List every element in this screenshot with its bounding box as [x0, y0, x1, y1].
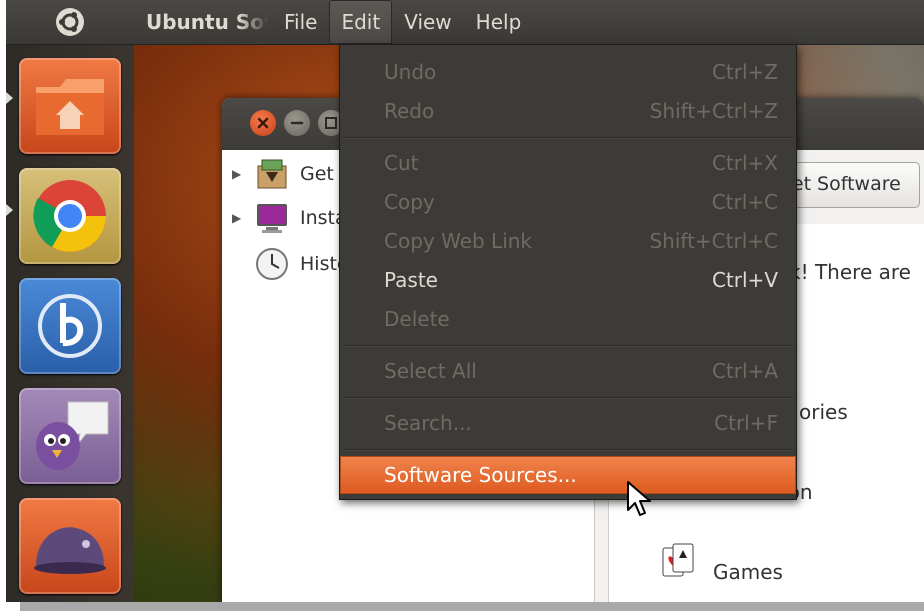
shortcut-label: Ctrl+C [711, 190, 778, 214]
menu-separator [342, 137, 794, 139]
shortcut-label: Ctrl+Z [711, 60, 778, 84]
mouse-cursor-icon [627, 481, 651, 516]
menu-edit[interactable]: Edit [329, 0, 393, 44]
installed-software-icon [257, 204, 287, 233]
menu-help[interactable]: Help [464, 0, 534, 44]
launcher-software-center[interactable] [19, 498, 121, 594]
get-software-icon [257, 159, 287, 189]
edit-menu-dropdown: Undo Ctrl+Z Redo Shift+Ctrl+Z Cut Ctrl+X… [339, 44, 797, 500]
menu-item-software-sources[interactable]: Software Sources... [340, 456, 796, 494]
unity-launcher [6, 44, 134, 602]
menu-item-copy-web-link[interactable]: Copy Web Link Shift+Ctrl+C [340, 222, 796, 260]
menu-item-select-all[interactable]: Select All Ctrl+A [340, 352, 796, 390]
shortcut-label: Ctrl+X [711, 151, 778, 175]
running-indicator [6, 92, 13, 104]
dash-button[interactable] [6, 0, 134, 44]
menu-view[interactable]: View [392, 0, 463, 44]
menu-separator [342, 397, 794, 399]
running-indicator [6, 204, 13, 216]
close-window-button[interactable] [250, 110, 276, 136]
menu-separator [342, 345, 794, 347]
screen: ▶ Get Software ▶ Installed Software [6, 0, 924, 602]
menu-item-cut[interactable]: Cut Ctrl+X [340, 144, 796, 182]
minimize-icon [290, 121, 304, 125]
launcher-pidgin[interactable] [19, 388, 121, 484]
app-title: Ubuntu Software Center [146, 10, 268, 34]
home-folder-icon [36, 79, 104, 135]
top-panel: Ubuntu Software Center File Edit View He… [6, 0, 924, 45]
menu-item-undo[interactable]: Undo Ctrl+Z [340, 53, 796, 91]
menu-file[interactable]: File [272, 0, 329, 44]
chrome-icon [33, 180, 106, 252]
menubar: File Edit View Help [272, 0, 533, 44]
pidgin-icon [36, 401, 109, 470]
available-updates-notice: k! There are [789, 260, 911, 284]
ubuntu-logo-icon [56, 8, 84, 36]
category-games[interactable]: Games [713, 560, 783, 584]
launcher-bluefish[interactable] [19, 278, 121, 374]
shortcut-label: Ctrl+A [711, 359, 778, 383]
expander-icon[interactable]: ▶ [232, 167, 246, 181]
menu-item-paste[interactable]: Paste Ctrl+V [340, 261, 796, 299]
software-center-icon [34, 527, 106, 574]
minimize-window-button[interactable] [284, 110, 310, 136]
menu-item-redo[interactable]: Redo Shift+Ctrl+Z [340, 92, 796, 130]
expander-icon[interactable]: ▶ [232, 211, 246, 225]
close-icon [257, 117, 269, 129]
bluefish-icon [38, 294, 102, 358]
shortcut-label: Ctrl+F [714, 411, 778, 435]
shortcut-label: Ctrl+V [711, 268, 778, 292]
launcher-chrome[interactable] [19, 168, 121, 264]
menu-item-copy[interactable]: Copy Ctrl+C [340, 183, 796, 221]
bottom-frame-bar [20, 602, 924, 611]
history-icon [256, 248, 288, 280]
games-icon [662, 543, 694, 577]
shortcut-label: Shift+Ctrl+Z [649, 99, 778, 123]
shortcut-label: Shift+Ctrl+C [649, 229, 778, 253]
menu-item-delete[interactable]: Delete [340, 300, 796, 338]
categories-heading: ories [799, 400, 848, 424]
menu-item-search[interactable]: Search... Ctrl+F [340, 404, 796, 442]
menu-separator [342, 449, 794, 451]
launcher-home-folder[interactable] [19, 58, 121, 154]
